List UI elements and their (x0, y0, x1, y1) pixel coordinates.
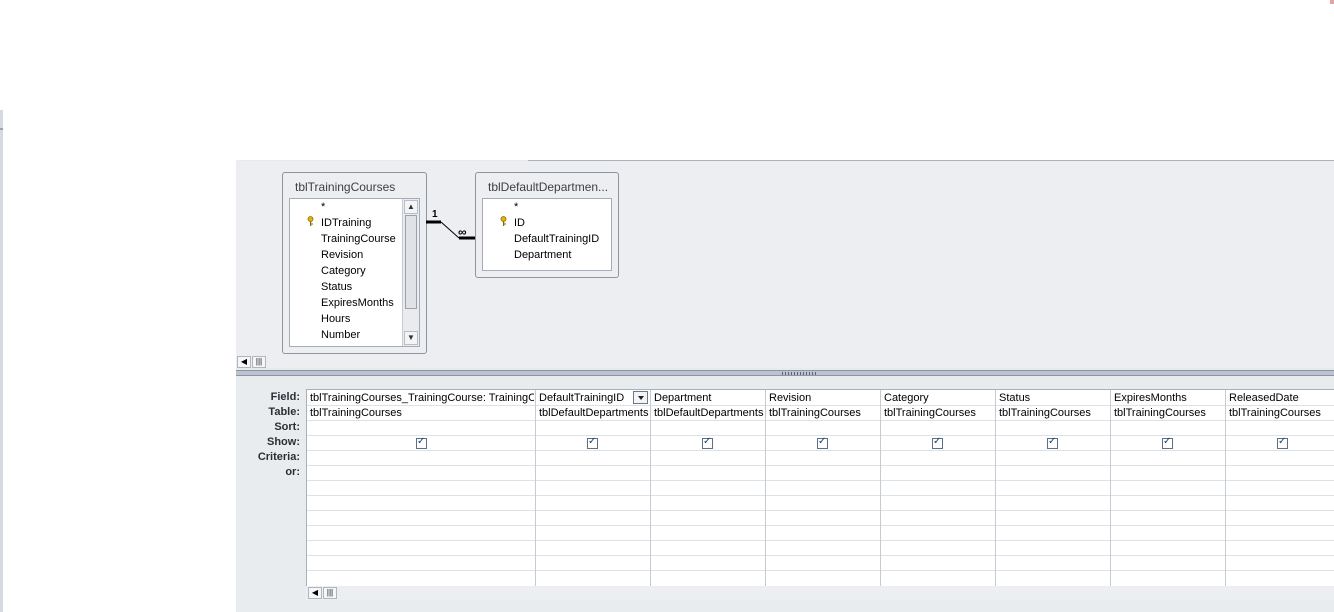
field-cell[interactable]: ReleasedDate (1229, 392, 1333, 404)
field-list-scrollbar[interactable]: ▲ ▼ (402, 199, 419, 346)
scroll-thumb[interactable] (405, 215, 417, 309)
splitter-grip-icon[interactable] (782, 372, 818, 375)
field-item[interactable]: * (514, 201, 518, 213)
table-cell[interactable]: tblDefaultDepartments (654, 407, 764, 419)
grid-column[interactable]: Revision tblTrainingCourses (766, 390, 881, 587)
row-label-sort: Sort: (274, 421, 300, 433)
window-corner-mark (1330, 0, 1334, 4)
relationship-one-label: 1 (432, 209, 438, 220)
field-item[interactable]: Department (514, 249, 571, 261)
row-label-table: Table: (268, 406, 300, 418)
primary-key-icon (500, 216, 507, 226)
left-edge-strip (0, 110, 3, 612)
query-design-grid: tblTrainingCourses_TrainingCourse: Train… (306, 389, 1334, 587)
scroll-down-icon[interactable]: ▼ (404, 331, 418, 345)
field-item[interactable]: * (321, 201, 325, 213)
field-item[interactable]: TrainingCourse (321, 233, 396, 245)
left-edge-mark (0, 128, 3, 130)
show-checkbox[interactable] (817, 436, 828, 449)
field-cell[interactable]: Department (654, 392, 764, 404)
grid-column[interactable]: Category tblTrainingCourses (881, 390, 996, 587)
field-item[interactable]: ExpiresMonths (321, 297, 394, 309)
field-cell[interactable]: ExpiresMonths (1114, 392, 1224, 404)
field-item[interactable]: IDTraining (321, 217, 371, 229)
grid-column[interactable]: Status tblTrainingCourses (996, 390, 1111, 587)
field-list: * ID DefaultTrainingID Department (482, 198, 612, 271)
table-cell[interactable]: tblTrainingCourses (1114, 407, 1224, 419)
field-cell[interactable]: DefaultTrainingID (539, 392, 631, 404)
field-cell[interactable]: Revision (769, 392, 879, 404)
show-checkbox[interactable] (932, 436, 943, 449)
table-box-default-departments[interactable]: tblDefaultDepartmen... * ID DefaultTrain… (475, 172, 619, 278)
scroll-left-icon[interactable]: ◀ (308, 587, 322, 599)
field-item[interactable]: Hours (321, 313, 350, 325)
row-label-field: Field: (270, 391, 300, 403)
grid-column[interactable]: Department tblDefaultDepartments (651, 390, 766, 587)
field-item[interactable]: Category (321, 265, 366, 277)
table-cell[interactable]: tblTrainingCourses (1229, 407, 1333, 419)
grid-column[interactable]: ReleasedDate tblTrainingCourses (1226, 390, 1334, 587)
table-cell[interactable]: tblTrainingCourses (999, 407, 1109, 419)
table-pane-hscrollbar[interactable]: ◀ ||| (236, 356, 1334, 368)
field-item[interactable]: Status (321, 281, 352, 293)
field-cell[interactable]: Category (884, 392, 994, 404)
scroll-left-icon[interactable]: ◀ (237, 356, 251, 368)
table-title[interactable]: tblTrainingCourses (295, 180, 395, 194)
field-item[interactable]: Revision (321, 249, 363, 261)
table-cell[interactable]: tblTrainingCourses (884, 407, 994, 419)
table-box-training-courses[interactable]: tblTrainingCourses * IDTraining Training… (282, 172, 427, 354)
scroll-up-icon[interactable]: ▲ (404, 200, 418, 214)
field-cell[interactable]: Status (999, 392, 1109, 404)
field-cell[interactable]: tblTrainingCourses_TrainingCourse: Train… (310, 392, 534, 404)
field-item[interactable]: Number (321, 329, 360, 341)
show-checkbox[interactable] (702, 436, 713, 449)
show-checkbox[interactable] (1162, 436, 1173, 449)
show-checkbox[interactable] (416, 436, 427, 449)
show-checkbox[interactable] (1277, 436, 1288, 449)
primary-key-icon (307, 216, 314, 226)
grid-column[interactable]: ExpiresMonths tblTrainingCourses (1111, 390, 1226, 587)
field-list: * IDTraining TrainingCourse Revision Cat… (289, 198, 420, 347)
dropdown-arrow-icon[interactable] (633, 391, 648, 404)
grid-column[interactable]: tblTrainingCourses_TrainingCourse: Train… (307, 390, 536, 587)
scroll-thumb[interactable]: ||| (323, 587, 337, 599)
table-cell[interactable]: tblDefaultDepartments (539, 407, 649, 419)
show-checkbox[interactable] (1047, 436, 1058, 449)
field-item[interactable]: DefaultTrainingID (514, 233, 599, 245)
table-title[interactable]: tblDefaultDepartmen... (488, 180, 608, 194)
field-item[interactable]: ID (514, 217, 525, 229)
show-checkbox[interactable] (587, 436, 598, 449)
grid-column[interactable]: DefaultTrainingID tblDefaultDepartments (536, 390, 651, 587)
table-cell[interactable]: tblTrainingCourses (310, 407, 534, 419)
row-label-or: or: (285, 466, 300, 478)
scroll-thumb[interactable]: ||| (252, 356, 266, 368)
grid-hscrollbar[interactable]: ◀ ||| (306, 586, 1334, 600)
relationship-many-label: ∞ (458, 225, 467, 239)
row-label-show: Show: (267, 436, 300, 448)
row-label-criteria: Criteria: (257, 451, 300, 463)
table-cell[interactable]: tblTrainingCourses (769, 407, 879, 419)
